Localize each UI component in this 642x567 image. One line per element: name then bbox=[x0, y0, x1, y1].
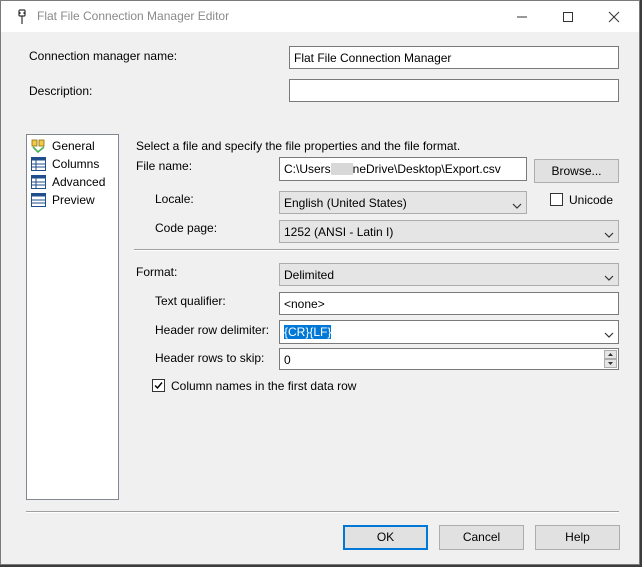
format-label: Format: bbox=[136, 265, 178, 279]
dialog-window: Flat File Connection Manager Editor Conn… bbox=[0, 0, 640, 565]
grid-icon bbox=[31, 175, 46, 189]
section-divider bbox=[134, 249, 619, 251]
nav-item-label: Preview bbox=[52, 193, 95, 207]
nav-item-label: General bbox=[52, 139, 95, 153]
help-button[interactable]: Help bbox=[535, 525, 620, 550]
footer-divider bbox=[26, 511, 619, 513]
description-input[interactable] bbox=[289, 79, 619, 102]
nav-item-general[interactable]: General bbox=[31, 138, 117, 155]
code-page-label: Code page: bbox=[155, 221, 218, 235]
connection-name-input[interactable]: Flat File Connection Manager bbox=[289, 46, 619, 69]
header-rows-to-skip-label: Header rows to skip: bbox=[155, 351, 265, 365]
header-row-delimiter-label: Header row delimiter: bbox=[155, 323, 270, 337]
description-label: Description: bbox=[29, 84, 93, 98]
code-page-select[interactable]: 1252 (ANSI - Latin I) bbox=[279, 220, 619, 243]
maximize-button[interactable] bbox=[545, 1, 591, 32]
chevron-down-icon bbox=[512, 198, 522, 212]
checkmark-icon bbox=[154, 382, 163, 390]
locale-value: English (United States) bbox=[284, 196, 407, 210]
nav-item-label: Advanced bbox=[52, 175, 106, 189]
browse-button[interactable]: Browse... bbox=[534, 159, 619, 183]
nav-item-label: Columns bbox=[52, 157, 100, 171]
header-row-delimiter-value: {CR}{LF} bbox=[284, 325, 332, 339]
file-name-label: File name: bbox=[136, 159, 193, 173]
unicode-label: Unicode bbox=[569, 193, 614, 207]
grid-icon bbox=[31, 193, 46, 207]
spin-down-button[interactable] bbox=[604, 359, 617, 368]
ok-button[interactable]: OK bbox=[343, 525, 428, 550]
header-rows-to-skip-value: 0 bbox=[284, 353, 291, 367]
header-rows-to-skip-input[interactable]: 0 bbox=[279, 348, 619, 370]
title-bar[interactable]: Flat File Connection Manager Editor bbox=[1, 1, 639, 32]
file-name-prefix: C:\Users bbox=[284, 162, 331, 176]
nav-item-preview[interactable]: Preview bbox=[31, 192, 117, 209]
page-navigation-list: General Columns Advanced Preview bbox=[26, 134, 119, 500]
chevron-down-icon bbox=[604, 227, 614, 241]
locale-select[interactable]: English (United States) bbox=[279, 191, 527, 214]
chevron-down-icon bbox=[604, 270, 614, 284]
text-qualifier-label: Text qualifier: bbox=[155, 294, 226, 308]
format-select[interactable]: Delimited bbox=[279, 263, 619, 286]
text-qualifier-input[interactable]: <none> bbox=[279, 292, 619, 315]
file-name-input[interactable]: C:\Users neDrive\Desktop\Export.csv bbox=[279, 157, 527, 181]
window-title: Flat File Connection Manager Editor bbox=[37, 9, 230, 23]
nav-item-advanced[interactable]: Advanced bbox=[31, 174, 117, 191]
cancel-button[interactable]: Cancel bbox=[439, 525, 524, 550]
general-intro-text: Select a file and specify the file prope… bbox=[136, 139, 461, 153]
close-button[interactable] bbox=[591, 1, 637, 32]
header-row-delimiter-select[interactable]: {CR}{LF} bbox=[279, 320, 619, 344]
redacted-text bbox=[330, 163, 353, 175]
locale-label: Locale: bbox=[155, 192, 194, 206]
minimize-button[interactable] bbox=[499, 1, 545, 32]
connection-manager-icon bbox=[15, 9, 29, 25]
file-name-suffix: neDrive\Desktop\Export.csv bbox=[352, 162, 501, 176]
grid-icon bbox=[31, 157, 46, 171]
chevron-down-icon bbox=[604, 327, 614, 341]
format-value: Delimited bbox=[284, 268, 335, 282]
connection-name-label: Connection manager name: bbox=[29, 49, 178, 63]
unicode-checkbox[interactable] bbox=[550, 193, 563, 206]
spin-up-button[interactable] bbox=[604, 350, 617, 359]
general-icon bbox=[31, 139, 46, 154]
column-names-checkbox[interactable] bbox=[152, 379, 165, 392]
nav-item-columns[interactable]: Columns bbox=[31, 156, 117, 173]
code-page-value: 1252 (ANSI - Latin I) bbox=[284, 225, 394, 239]
column-names-label: Column names in the first data row bbox=[171, 379, 357, 393]
